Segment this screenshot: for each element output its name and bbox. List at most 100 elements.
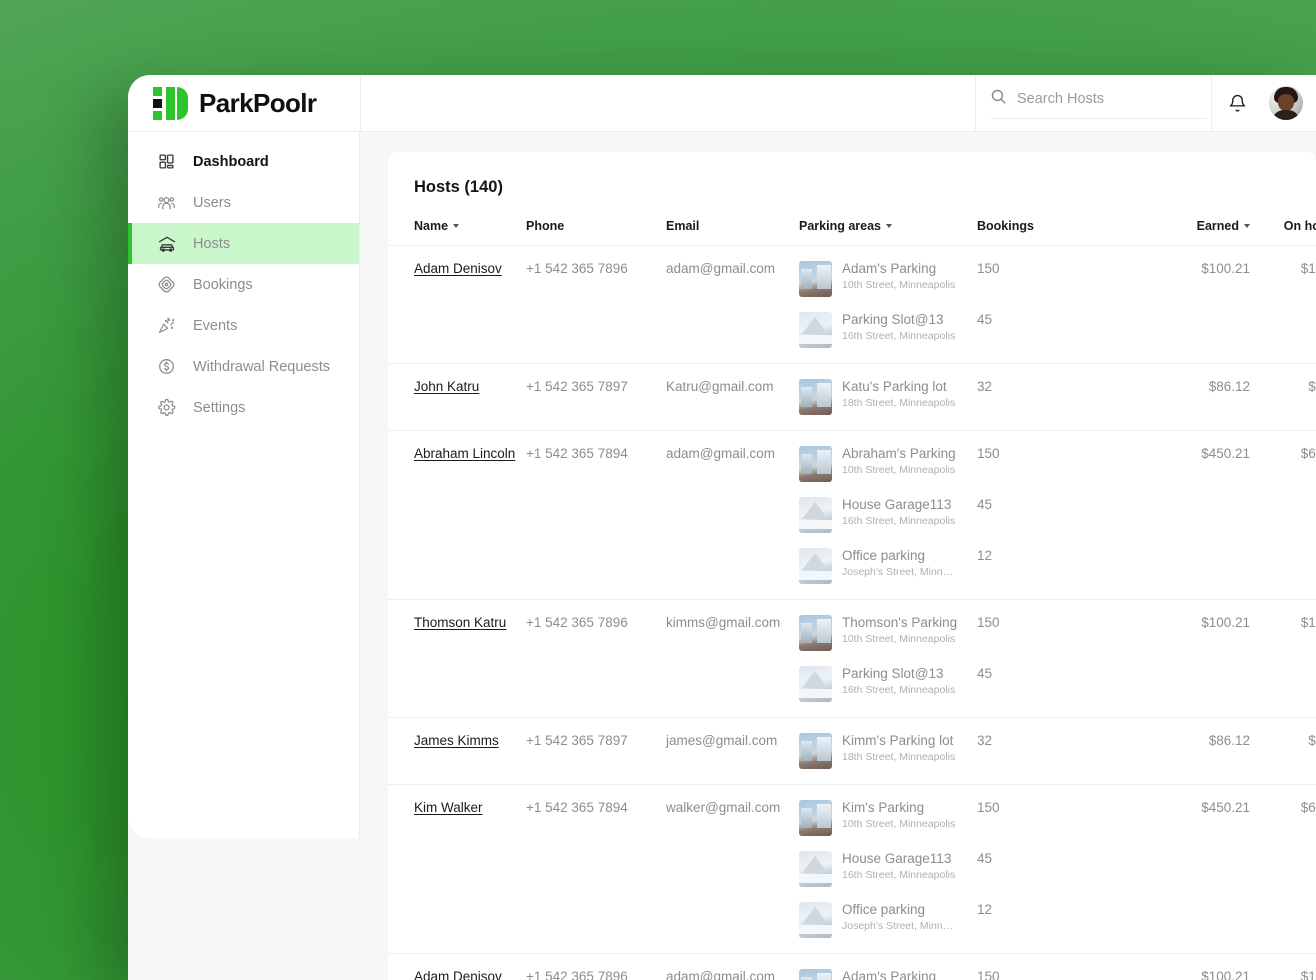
column-header-label: On hold [1283, 219, 1316, 233]
parking-area-item[interactable]: Parking Slot@13 16th Street, Minneapolis [799, 312, 977, 348]
cell-name: Thomson Katru [388, 600, 526, 718]
bookings-count: 45 [977, 666, 993, 681]
sidebar-item-bookings[interactable]: Bookings [128, 264, 359, 305]
brand[interactable]: ParkPoolr [128, 75, 360, 132]
chevron-down-icon [886, 224, 892, 228]
parking-area-item[interactable]: House Garage113 16th Street, Minneapolis [799, 851, 977, 887]
on-hold-amount: $8.23 [1308, 379, 1316, 394]
car-garage-icon [156, 233, 177, 254]
page-title: Hosts (140) [414, 178, 503, 196]
grid-icon [156, 151, 177, 172]
table-row: Kim Walker +1 542 365 7894 walker@gmail.… [388, 785, 1316, 954]
parking-area-name: Kim's Parking [842, 800, 925, 815]
cell-phone: +1 542 365 7896 [526, 615, 628, 630]
parking-area-thumbnail-icon [799, 800, 832, 836]
cell-bookings: 32 [977, 718, 1110, 785]
column-header-email: Email [666, 219, 799, 246]
parking-area-name: Adam's Parking [842, 969, 937, 980]
column-header-earned[interactable]: Earned [1110, 219, 1250, 246]
column-header-label: Parking areas [799, 219, 881, 233]
cell-earned: $86.12 [1110, 718, 1250, 785]
cell-earned: $100.21 [1110, 600, 1250, 718]
parking-area-item[interactable]: Office parking Joseph's Street, Minn… [799, 902, 977, 938]
parking-area-address: 18th Street, Minneapolis [842, 397, 956, 409]
host-name-link[interactable]: James Kimms [414, 733, 499, 748]
sidebar-item-events[interactable]: Events [128, 305, 359, 346]
parking-area-item[interactable]: Thomson's Parking 10th Street, Minneapol… [799, 615, 977, 651]
column-header-on-hold[interactable]: On hold [1250, 219, 1316, 246]
parking-area-item[interactable]: Abraham's Parking 10th Street, Minneapol… [799, 446, 977, 482]
cell-email: adam@gmail.com [666, 969, 775, 980]
sidebar-item-label: Users [193, 194, 231, 211]
cell-earned: $100.21 [1110, 246, 1250, 364]
parking-area-thumbnail-icon [799, 379, 832, 415]
main-content: Hosts (140) Name Phone Email Parking are… [361, 132, 1316, 980]
column-header-bookings: Bookings [977, 219, 1110, 246]
cell-phone: +1 542 365 7896 [526, 261, 628, 276]
parking-area-thumbnail-icon [799, 666, 832, 702]
earned-amount: $100.21 [1201, 615, 1250, 630]
table-row: Abraham Lincoln +1 542 365 7894 adam@gma… [388, 431, 1316, 600]
host-name-link[interactable]: Kim Walker [414, 800, 483, 815]
column-header-label: Email [666, 219, 700, 233]
cell-bookings: 150 45 [977, 954, 1110, 980]
sidebar-item-dashboard[interactable]: Dashboard [128, 141, 359, 182]
cell-on-hold: $63.12 [1250, 431, 1316, 600]
cell-name: Adam Denisov [388, 954, 526, 980]
sidebar-item-withdrawal-requests[interactable]: Withdrawal Requests [128, 346, 359, 387]
cell-earned: $450.21 [1110, 431, 1250, 600]
sidebar-item-label: Dashboard [193, 153, 269, 170]
parking-area-name: Office parking [842, 902, 926, 917]
cell-name: James Kimms [388, 718, 526, 785]
parking-area-item[interactable]: Adam's Parking 10th Street, Minneapolis [799, 969, 977, 980]
parking-area-name: Kimm's Parking lot [842, 733, 954, 748]
cell-parking-areas: Adam's Parking 10th Street, Minneapolis … [799, 246, 977, 364]
host-name-link[interactable]: John Katru [414, 379, 479, 394]
parking-area-thumbnail-icon [799, 733, 832, 769]
parking-area-item[interactable]: Parking Slot@13 16th Street, Minneapolis [799, 666, 977, 702]
column-header-label: Phone [526, 219, 565, 233]
earned-amount: $100.21 [1201, 261, 1250, 276]
parking-area-item[interactable]: Office parking Joseph's Street, Minn… [799, 548, 977, 584]
parking-area-name: Office parking [842, 548, 926, 563]
sidebar-item-label: Settings [193, 399, 246, 416]
parking-area-item[interactable]: Kimm's Parking lot 18th Street, Minneapo… [799, 733, 977, 769]
parking-area-item[interactable]: Kim's Parking 10th Street, Minneapolis [799, 800, 977, 836]
host-name-link[interactable]: Thomson Katru [414, 615, 506, 630]
cell-bookings: 150 45 [977, 600, 1110, 718]
search-input[interactable] [1017, 90, 1187, 107]
parking-area-item[interactable]: Adam's Parking 10th Street, Minneapolis [799, 261, 977, 297]
confetti-icon [156, 315, 177, 336]
parkpoolr-logo-icon [153, 86, 188, 120]
column-header-phone: Phone [526, 219, 666, 246]
column-header-parking-areas[interactable]: Parking areas [799, 219, 977, 246]
host-name-link[interactable]: Adam Denisov [414, 969, 502, 980]
parking-area-thumbnail-icon [799, 312, 832, 348]
user-avatar[interactable] [1268, 86, 1303, 120]
sidebar-item-users[interactable]: Users [128, 182, 359, 223]
parking-area-address: 10th Street, Minneapolis [842, 464, 956, 476]
bell-icon[interactable] [1226, 91, 1250, 115]
parking-area-thumbnail-icon [799, 902, 832, 938]
bookings-count: 150 [977, 446, 1000, 461]
parking-area-name: Parking Slot@13 [842, 666, 944, 681]
host-name-link[interactable]: Adam Denisov [414, 261, 502, 276]
sidebar-item-settings[interactable]: Settings [128, 387, 359, 428]
host-name-link[interactable]: Abraham Lincoln [414, 446, 515, 461]
search-container[interactable] [975, 75, 1211, 132]
cell-on-hold: $8.23 [1250, 718, 1316, 785]
search-icon [990, 88, 1007, 110]
sidebar-item-label: Hosts [193, 235, 231, 252]
sidebar-item-label: Bookings [193, 276, 253, 293]
column-header-name[interactable]: Name [388, 219, 526, 246]
chevron-down-icon [453, 224, 460, 228]
cell-parking-areas: Thomson's Parking 10th Street, Minneapol… [799, 600, 977, 718]
parking-area-item[interactable]: House Garage113 16th Street, Minneapolis [799, 497, 977, 533]
cell-earned: $100.21 [1110, 954, 1250, 980]
cell-on-hold: $8.23 [1250, 364, 1316, 431]
cell-email: james@gmail.com [666, 733, 778, 748]
parking-area-item[interactable]: Katu's Parking lot 18th Street, Minneapo… [799, 379, 977, 415]
table-row: Adam Denisov +1 542 365 7896 adam@gmail.… [388, 954, 1316, 980]
sidebar-item-label: Withdrawal Requests [193, 358, 330, 375]
sidebar-item-hosts[interactable]: Hosts [128, 223, 359, 264]
